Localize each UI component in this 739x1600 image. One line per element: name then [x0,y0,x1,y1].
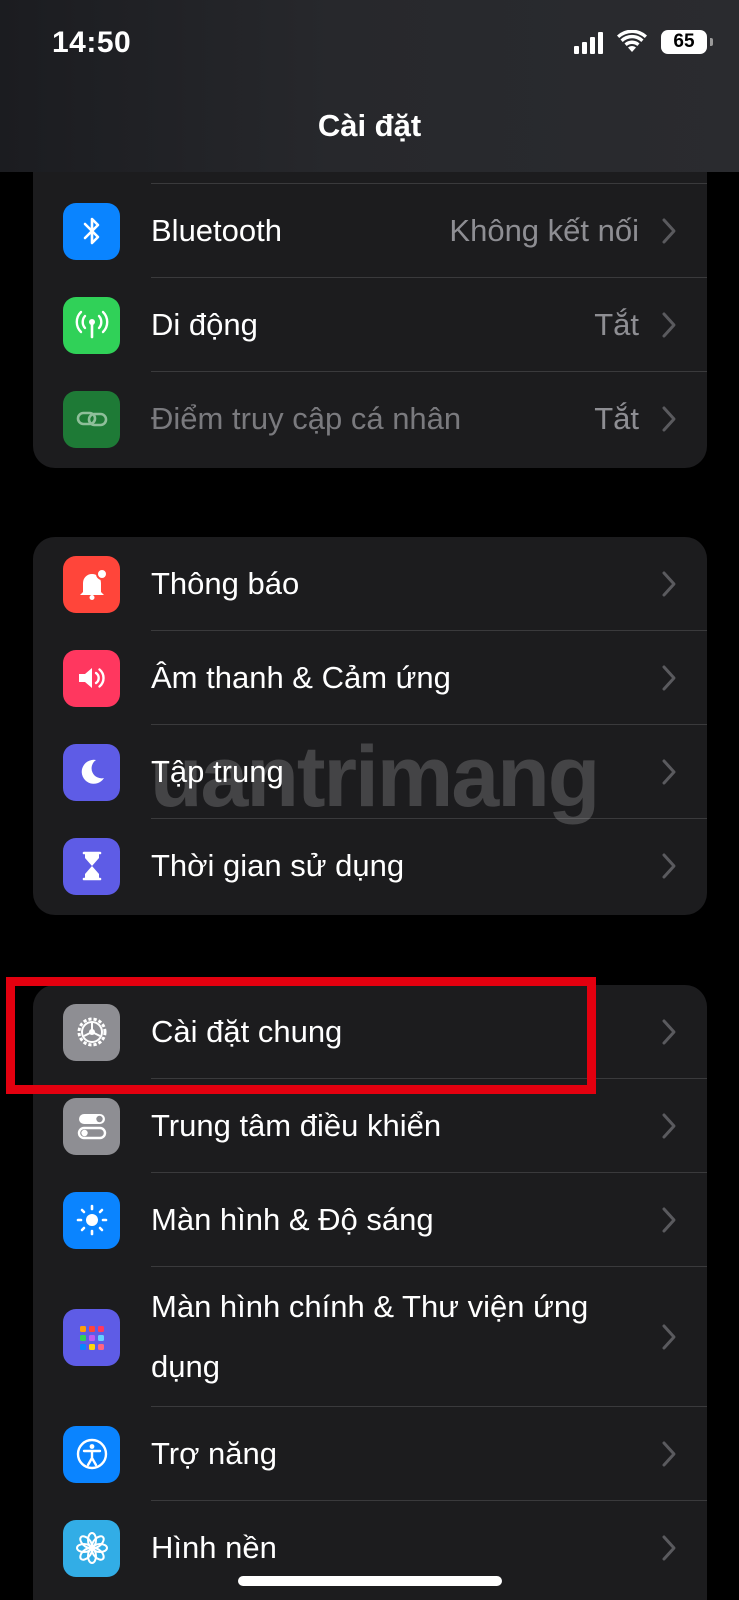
wifi-icon [617,30,647,52]
chevron-right-icon [662,1441,676,1467]
settings-row-sounds[interactable]: Âm thanh & Cảm ứng [33,631,707,725]
bell-icon [63,555,120,613]
row-value: Không kết nối [449,213,639,248]
settings-row-notifications[interactable]: Thông báo [33,537,707,631]
connectivity-group: Bluetooth Không kết nối Di động Tắt Điểm… [33,150,707,468]
flower-icon [63,1519,120,1577]
row-label: Bluetooth [151,213,282,248]
chevron-right-icon [662,759,676,785]
page-title: Cài đặt [317,108,422,143]
row-label: Màn hình chính & Thư viện ứng dụng [151,1289,589,1384]
row-label: Trung tâm điều khiển [151,1108,442,1143]
settings-row-display[interactable]: Màn hình & Độ sáng [33,1173,707,1267]
notifications-group: Thông báo Âm thanh & Cảm ứng Tập trung T… [33,537,707,915]
settings-row-hotspot[interactable]: Điểm truy cập cá nhân Tắt [33,372,707,466]
sun-icon [63,1191,120,1249]
settings-row-mobile[interactable]: Di động Tắt [33,278,707,372]
antenna-icon [63,296,120,354]
home-indicator[interactable] [238,1576,502,1586]
row-label: Hình nền [151,1530,277,1565]
chevron-right-icon [662,312,676,338]
settings-row-screen-time[interactable]: Thời gian sử dụng [33,819,707,913]
highlight-box [6,977,596,1094]
settings-row-accessibility[interactable]: Trợ năng [33,1407,707,1501]
chevron-right-icon [662,1535,676,1561]
cellular-signal-icon [574,30,603,54]
settings-screen: 14:50 65 Cài đặt Bluetooth Không kết nối [0,0,739,1600]
battery-icon: 65 [661,30,713,54]
row-label: Di động [151,307,258,342]
chevron-right-icon [662,853,676,879]
chevron-right-icon [662,1019,676,1045]
row-label: Thông báo [151,566,300,601]
chevron-right-icon [662,1324,676,1350]
toggles-icon [63,1097,120,1155]
settings-row-bluetooth[interactable]: Bluetooth Không kết nối [33,184,707,278]
app-grid-icon [63,1308,120,1366]
accessibility-icon [63,1425,120,1483]
chevron-right-icon [662,218,676,244]
speaker-icon [63,649,120,707]
header: 14:50 65 Cài đặt [0,0,739,172]
chevron-right-icon [662,571,676,597]
row-label: Tập trung [151,754,284,789]
row-value: Tắt [594,307,639,342]
chevron-right-icon [662,1207,676,1233]
hourglass-icon [63,837,120,895]
link-icon [63,390,120,448]
settings-row-home-screen[interactable]: Màn hình chính & Thư viện ứng dụng [33,1267,707,1407]
moon-icon [63,743,120,801]
row-label: Màn hình & Độ sáng [151,1202,434,1237]
status-indicators: 65 [574,30,713,54]
chevron-right-icon [662,665,676,691]
bluetooth-icon [63,202,120,260]
settings-row-focus[interactable]: Tập trung [33,725,707,819]
row-label: Thời gian sử dụng [151,848,405,883]
chevron-right-icon [662,406,676,432]
row-label: Âm thanh & Cảm ứng [151,660,451,695]
chevron-right-icon [662,1113,676,1139]
row-label: Điểm truy cập cá nhân [151,401,462,436]
status-time: 14:50 [52,26,132,59]
row-label: Trợ năng [151,1436,278,1471]
row-value: Tắt [594,401,639,436]
